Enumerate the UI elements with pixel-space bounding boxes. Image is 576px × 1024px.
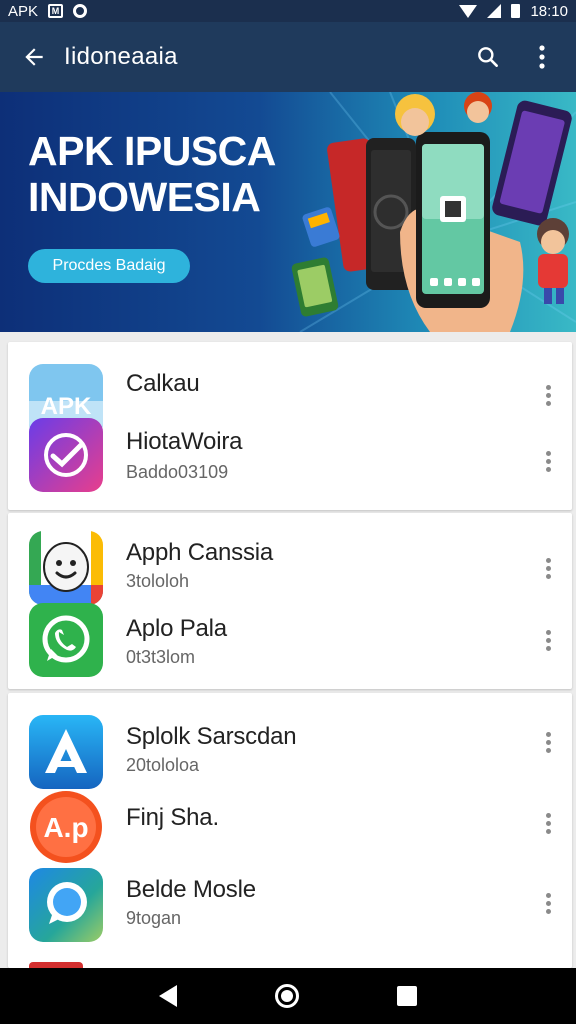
banner-cta-button[interactable]: Procdes Badaig — [28, 249, 190, 283]
overflow-menu-button[interactable] — [522, 37, 562, 77]
item-menu-button[interactable] — [538, 727, 558, 757]
nav-home-button[interactable] — [275, 984, 299, 1008]
app-list-card-3: Splolk Sarscdan 20tololoa A.p Finj Sha. — [8, 693, 572, 968]
nav-back-button[interactable] — [159, 985, 177, 1007]
list-item[interactable]: Belde Mosle 9togan — [8, 868, 572, 944]
more-vert-icon — [539, 45, 545, 69]
face-app-icon — [29, 531, 103, 605]
search-icon — [478, 47, 498, 67]
app-subtitle: 9togan — [126, 908, 182, 928]
list-item[interactable]: Aplo Pala 0t3t3lom — [8, 603, 572, 679]
app-list-card-1: APK Calkau HiotaWoira Baddo03109 — [8, 342, 572, 510]
app-list-card-2: Apph Canssia 3tololoh Aplo Pala 0t3t3lom — [8, 513, 572, 689]
back-button[interactable] — [14, 37, 54, 77]
home-icon — [281, 990, 293, 1002]
item-menu-button[interactable] — [538, 446, 558, 476]
app-bar: Iidoneaaia — [0, 22, 576, 92]
battery-icon — [511, 4, 521, 18]
app-subtitle: 0t3t3lom — [126, 647, 196, 667]
app-name: Splolk Sarscdan — [126, 723, 297, 750]
list-item[interactable]: Splolk Sarscdan 20tololoa — [8, 715, 572, 791]
status-bar: APK M 18:10 — [0, 0, 576, 22]
a-store-icon — [29, 715, 103, 789]
item-menu-button[interactable] — [538, 808, 558, 838]
status-time: 18:10 — [530, 2, 568, 20]
item-menu-button[interactable] — [538, 380, 558, 410]
status-carrier: APK — [8, 2, 39, 20]
search-button[interactable] — [468, 37, 508, 77]
sync-notification-icon — [73, 4, 88, 18]
ap-icon-label: A.p — [43, 812, 88, 843]
item-menu-button[interactable] — [538, 625, 558, 655]
app-subtitle: 20tololoa — [126, 755, 200, 775]
list-item[interactable]: Apph Canssia 3tololoh — [8, 531, 572, 607]
item-menu-button[interactable] — [538, 888, 558, 918]
wifi-icon — [459, 4, 478, 18]
app-name: Apph Canssia — [126, 539, 274, 566]
list-item[interactable]: HiotaWoira Baddo03109 — [8, 418, 572, 494]
app-subtitle: Baddo03109 — [126, 462, 229, 482]
ap-orange-icon: A.p — [29, 790, 103, 864]
screen: APK M 18:10 Iidoneaaia APK IPUSCA INDOWE… — [0, 0, 576, 1024]
nav-recents-button[interactable] — [397, 986, 417, 1006]
chat-bubble-icon — [29, 868, 103, 942]
list-item[interactable]: A.p Finj Sha. — [8, 790, 572, 866]
banner-headline-line2: INDOWESIA — [28, 174, 261, 220]
apk-icon-label: APK — [41, 393, 92, 420]
gmail-notification-icon: M — [48, 4, 64, 18]
app-subtitle: 3tololoh — [126, 571, 190, 591]
app-name: Aplo Pala — [126, 615, 227, 642]
promo-banner[interactable]: APK IPUSCA INDOWESIA Procdes Badaig — [0, 92, 576, 332]
app-name: Finj Sha. — [126, 804, 219, 831]
check-app-icon — [29, 418, 103, 492]
page-title: Iidoneaaia — [64, 43, 178, 70]
app-name: Calkau — [126, 370, 200, 397]
phone-chat-icon — [29, 603, 103, 677]
arrow-left-icon — [25, 48, 43, 66]
banner-phones-illustration — [291, 92, 572, 332]
app-name: Belde Mosle — [126, 876, 256, 903]
system-nav-bar — [0, 968, 576, 1024]
item-menu-button[interactable] — [538, 553, 558, 583]
banner-headline-line1: APK IPUSCA — [28, 128, 276, 174]
signal-icon — [487, 4, 502, 18]
app-name: HiotaWoira — [126, 428, 243, 455]
